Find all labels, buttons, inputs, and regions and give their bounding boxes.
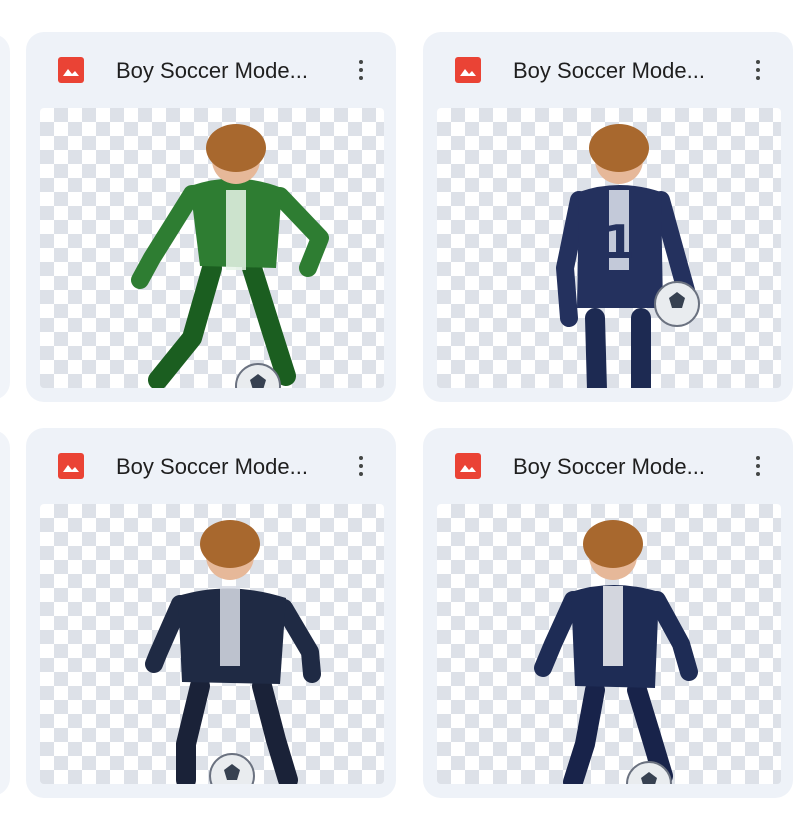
image-file-icon xyxy=(58,57,84,83)
image-file-icon xyxy=(455,57,481,83)
partial-card-left xyxy=(0,430,10,796)
leg xyxy=(252,676,298,784)
hair xyxy=(206,124,266,172)
file-card[interactable]: Boy Soccer Mode... xyxy=(423,428,793,798)
arm xyxy=(275,599,321,683)
card-header: Boy Soccer Mode... xyxy=(26,428,396,504)
file-card[interactable]: Boy Soccer Mode... xyxy=(26,428,396,798)
leg xyxy=(242,258,296,386)
more-options-button[interactable] xyxy=(741,446,775,486)
more-options-button[interactable] xyxy=(344,50,378,90)
image-file-icon xyxy=(455,453,481,479)
jersey-stripe xyxy=(226,190,246,270)
more-options-button[interactable] xyxy=(741,50,775,90)
arm xyxy=(534,591,582,677)
card-header: Boy Soccer Mode... xyxy=(423,428,793,504)
arm xyxy=(652,191,696,303)
file-card[interactable]: Boy Soccer Mode... 1 xyxy=(423,32,793,402)
arm xyxy=(271,187,329,277)
image-file-icon xyxy=(58,453,84,479)
hair xyxy=(200,520,260,568)
file-name: Boy Soccer Mode... xyxy=(513,58,705,83)
image-thumbnail[interactable] xyxy=(40,504,384,784)
card-header: Boy Soccer Mode... xyxy=(423,32,793,108)
arm xyxy=(145,595,189,673)
leg xyxy=(585,308,607,388)
leg xyxy=(563,680,605,784)
file-name: Boy Soccer Mode... xyxy=(513,454,705,479)
arm xyxy=(556,191,588,327)
hair xyxy=(589,124,649,172)
file-card[interactable]: Boy Soccer Mode... xyxy=(26,32,396,402)
jersey-stripe xyxy=(603,586,623,666)
image-thumbnail[interactable] xyxy=(437,504,781,784)
jersey-stripe xyxy=(220,586,240,666)
arm xyxy=(131,185,201,289)
file-name: Boy Soccer Mode... xyxy=(116,58,308,83)
more-options-button[interactable] xyxy=(344,446,378,486)
leg xyxy=(176,676,210,784)
leg xyxy=(148,258,222,388)
image-thumbnail[interactable] xyxy=(40,108,384,388)
image-thumbnail[interactable]: 1 xyxy=(437,108,781,388)
partial-card-left xyxy=(0,34,10,400)
arm xyxy=(648,591,698,681)
file-name: Boy Soccer Mode... xyxy=(116,454,308,479)
card-header: Boy Soccer Mode... xyxy=(26,32,396,108)
hair xyxy=(583,520,643,568)
jersey-number: 1 xyxy=(603,215,635,269)
